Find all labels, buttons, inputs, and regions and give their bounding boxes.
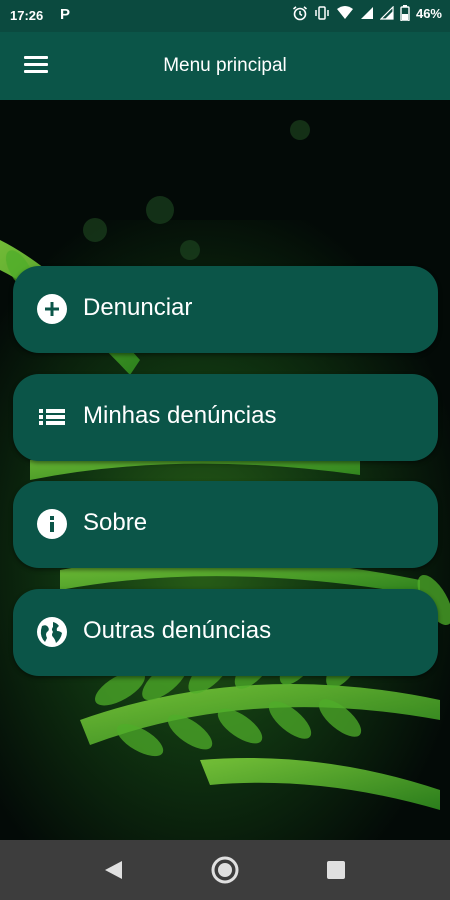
app-bar: Menu principal — [0, 32, 450, 100]
menu-item-outras-denuncias[interactable]: Outras denúncias — [13, 589, 438, 676]
menu-item-minhas-denuncias[interactable]: Minhas denúncias — [13, 374, 438, 461]
globe-icon — [37, 617, 67, 647]
menu-item-label: Sobre — [83, 509, 148, 536]
status-bar: 17:26 P 46% — [0, 0, 450, 32]
list-icon — [39, 409, 65, 425]
signal-secondary-icon — [379, 6, 394, 20]
system-nav-bar — [0, 840, 450, 900]
background-fern-image — [0, 100, 450, 840]
vibrate-icon — [315, 6, 329, 20]
screen: 17:26 P 46% Menu principal Denunciar Min… — [0, 0, 450, 900]
status-time: 17:26 — [10, 8, 44, 23]
info-icon — [37, 509, 67, 539]
menu-item-label: Outras denúncias — [83, 617, 272, 644]
signal-icon — [360, 7, 373, 19]
menu-item-label: Minhas denúncias — [83, 402, 277, 429]
status-icons: 46% — [292, 5, 442, 21]
add-circle-icon — [37, 294, 67, 324]
menu-item-sobre[interactable]: Sobre — [13, 481, 438, 568]
alarm-icon — [292, 6, 307, 21]
battery-percent: 46% — [415, 5, 442, 21]
wifi-icon — [336, 6, 353, 19]
back-triangle-icon[interactable] — [102, 859, 124, 881]
menu-item-label: Denunciar — [83, 294, 193, 321]
battery-icon — [400, 5, 410, 21]
recent-apps-square-icon[interactable] — [326, 860, 346, 880]
page-title: Menu principal — [163, 55, 287, 76]
parking-notification-icon: P — [60, 6, 71, 23]
menu-item-denunciar[interactable]: Denunciar — [13, 266, 438, 353]
home-circle-icon[interactable] — [211, 856, 239, 884]
